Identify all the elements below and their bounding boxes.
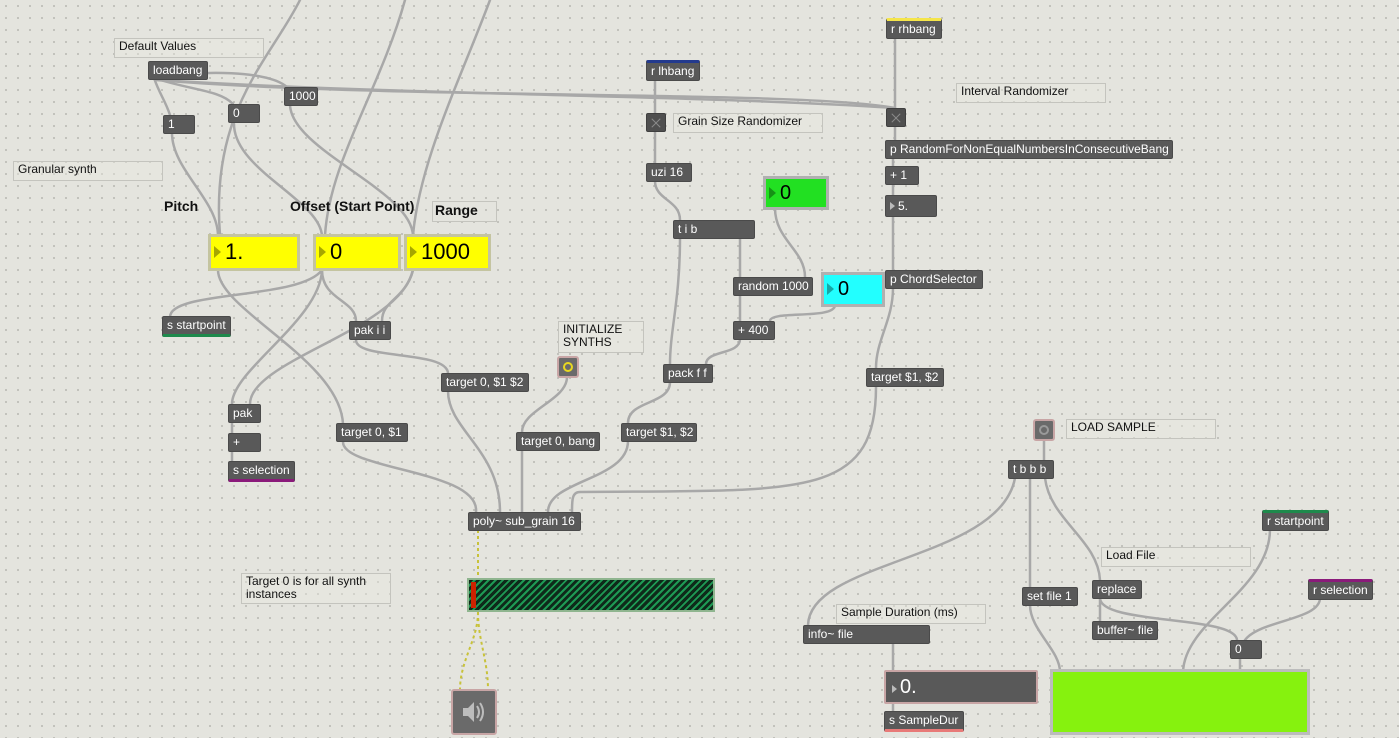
sample-dur-value: 0. — [900, 676, 917, 698]
pitch-value: 1. — [225, 239, 244, 264]
plus-400-object[interactable]: + 400 — [733, 321, 775, 340]
send-sampledur[interactable]: s SampleDur — [884, 711, 964, 732]
comment-sample-duration: Sample Duration (ms) — [836, 604, 986, 624]
meter-peak — [471, 582, 476, 608]
set-file-message[interactable]: set file 1 — [1022, 587, 1078, 606]
comment-target-note: Target 0 is for all synth instances — [241, 573, 391, 604]
green-number-box[interactable]: 0 — [763, 176, 829, 210]
dac-speaker-button[interactable] — [451, 689, 497, 735]
comment-initialize-synths: INITIALIZE SYNTHS — [558, 321, 644, 353]
waveform-display[interactable] — [1050, 669, 1310, 735]
chord-selector-subpatch[interactable]: p ChordSelector — [885, 270, 983, 289]
pack-ff-object[interactable]: pack f f — [663, 364, 713, 383]
label-offset: Offset (Start Point) — [290, 198, 415, 214]
poly-sub-grain[interactable]: poly~ sub_grain 16 — [468, 512, 581, 531]
green-value: 0 — [780, 182, 792, 204]
bang-icon — [1039, 425, 1049, 435]
receive-startpoint[interactable]: r startpoint — [1262, 510, 1329, 531]
loadbang-object[interactable]: loadbang — [148, 61, 208, 80]
receive-selection[interactable]: r selection — [1308, 579, 1373, 600]
lh-gate-toggle[interactable] — [646, 113, 666, 132]
plus-object[interactable]: + — [228, 433, 261, 452]
replace-message[interactable]: replace — [1092, 580, 1142, 599]
target-0-bang-message[interactable]: target 0, bang — [516, 432, 600, 451]
pak-object[interactable]: pak — [228, 404, 261, 423]
pak-ii-object[interactable]: pak i i — [349, 321, 391, 340]
receive-lhbang[interactable]: r lhbang — [646, 60, 700, 81]
message-0-right[interactable]: 0 — [1230, 640, 1262, 659]
comment-grain-size-randomizer: Grain Size Randomizer — [673, 113, 823, 133]
cyan-number-box[interactable]: 0 — [821, 272, 885, 307]
target-12-message-right[interactable]: target $1, $2 — [866, 368, 944, 387]
comment-granular-synth: Granular synth — [13, 161, 163, 181]
message-1[interactable]: 1 — [163, 115, 195, 134]
random-object[interactable]: random 1000 — [733, 277, 813, 296]
comment-default-values: Default Values — [114, 38, 264, 58]
comment-interval-randomizer: Interval Randomizer — [956, 83, 1106, 103]
float-5-box[interactable]: 5. — [885, 195, 937, 217]
send-startpoint[interactable]: s startpoint — [162, 316, 231, 337]
pitch-number-box[interactable]: 1. — [208, 234, 300, 271]
message-0[interactable]: 0 — [228, 104, 260, 123]
label-pitch: Pitch — [164, 198, 199, 214]
sample-dur-number-box[interactable]: 0. — [884, 670, 1038, 704]
info-file-object[interactable]: info~ file — [803, 625, 930, 644]
label-range: Range — [432, 201, 497, 222]
uzi-object[interactable]: uzi 16 — [646, 163, 692, 182]
initialize-bang[interactable] — [557, 356, 579, 378]
random-nonequal-subpatch[interactable]: p RandomForNonEqualNumbersInConsecutiveB… — [885, 140, 1173, 159]
bang-icon — [563, 362, 573, 372]
t-bbb-object[interactable]: t b b b — [1008, 460, 1054, 479]
cyan-value: 0 — [838, 278, 850, 300]
plus-1-object[interactable]: + 1 — [885, 166, 919, 185]
t-i-b-object[interactable]: t i b — [673, 220, 755, 239]
target-0-12-message[interactable]: target 0, $1 $2 — [441, 373, 529, 392]
receive-rhbang[interactable]: r rhbang — [886, 18, 942, 39]
message-1000[interactable]: 1000 — [284, 87, 318, 106]
float-arrow-icon — [890, 202, 895, 210]
range-number-box[interactable]: 1000 — [404, 234, 491, 271]
cyan-arrow-icon — [827, 283, 834, 295]
offset-value: 0 — [330, 239, 343, 264]
comment-load-file: Load File — [1101, 547, 1251, 567]
offset-arrow-icon — [319, 246, 326, 258]
range-arrow-icon — [410, 246, 417, 258]
target-0-1-message[interactable]: target 0, $1 — [336, 423, 408, 442]
rh-gate-toggle[interactable] — [886, 108, 906, 127]
target-12-message-left[interactable]: target $1, $2 — [621, 423, 697, 442]
pitch-arrow-icon — [214, 246, 221, 258]
float-value: 5. — [898, 199, 909, 213]
speaker-icon — [463, 702, 484, 722]
level-meter — [467, 578, 715, 612]
sample-dur-arrow-icon — [892, 685, 897, 693]
send-selection[interactable]: s selection — [228, 461, 295, 482]
comment-load-sample: LOAD SAMPLE — [1066, 419, 1216, 439]
green-arrow-icon — [769, 187, 776, 199]
offset-number-box[interactable]: 0 — [313, 234, 401, 271]
buffer-file-object[interactable]: buffer~ file — [1092, 621, 1158, 640]
range-value: 1000 — [421, 239, 470, 264]
load-sample-bang[interactable] — [1033, 419, 1055, 441]
